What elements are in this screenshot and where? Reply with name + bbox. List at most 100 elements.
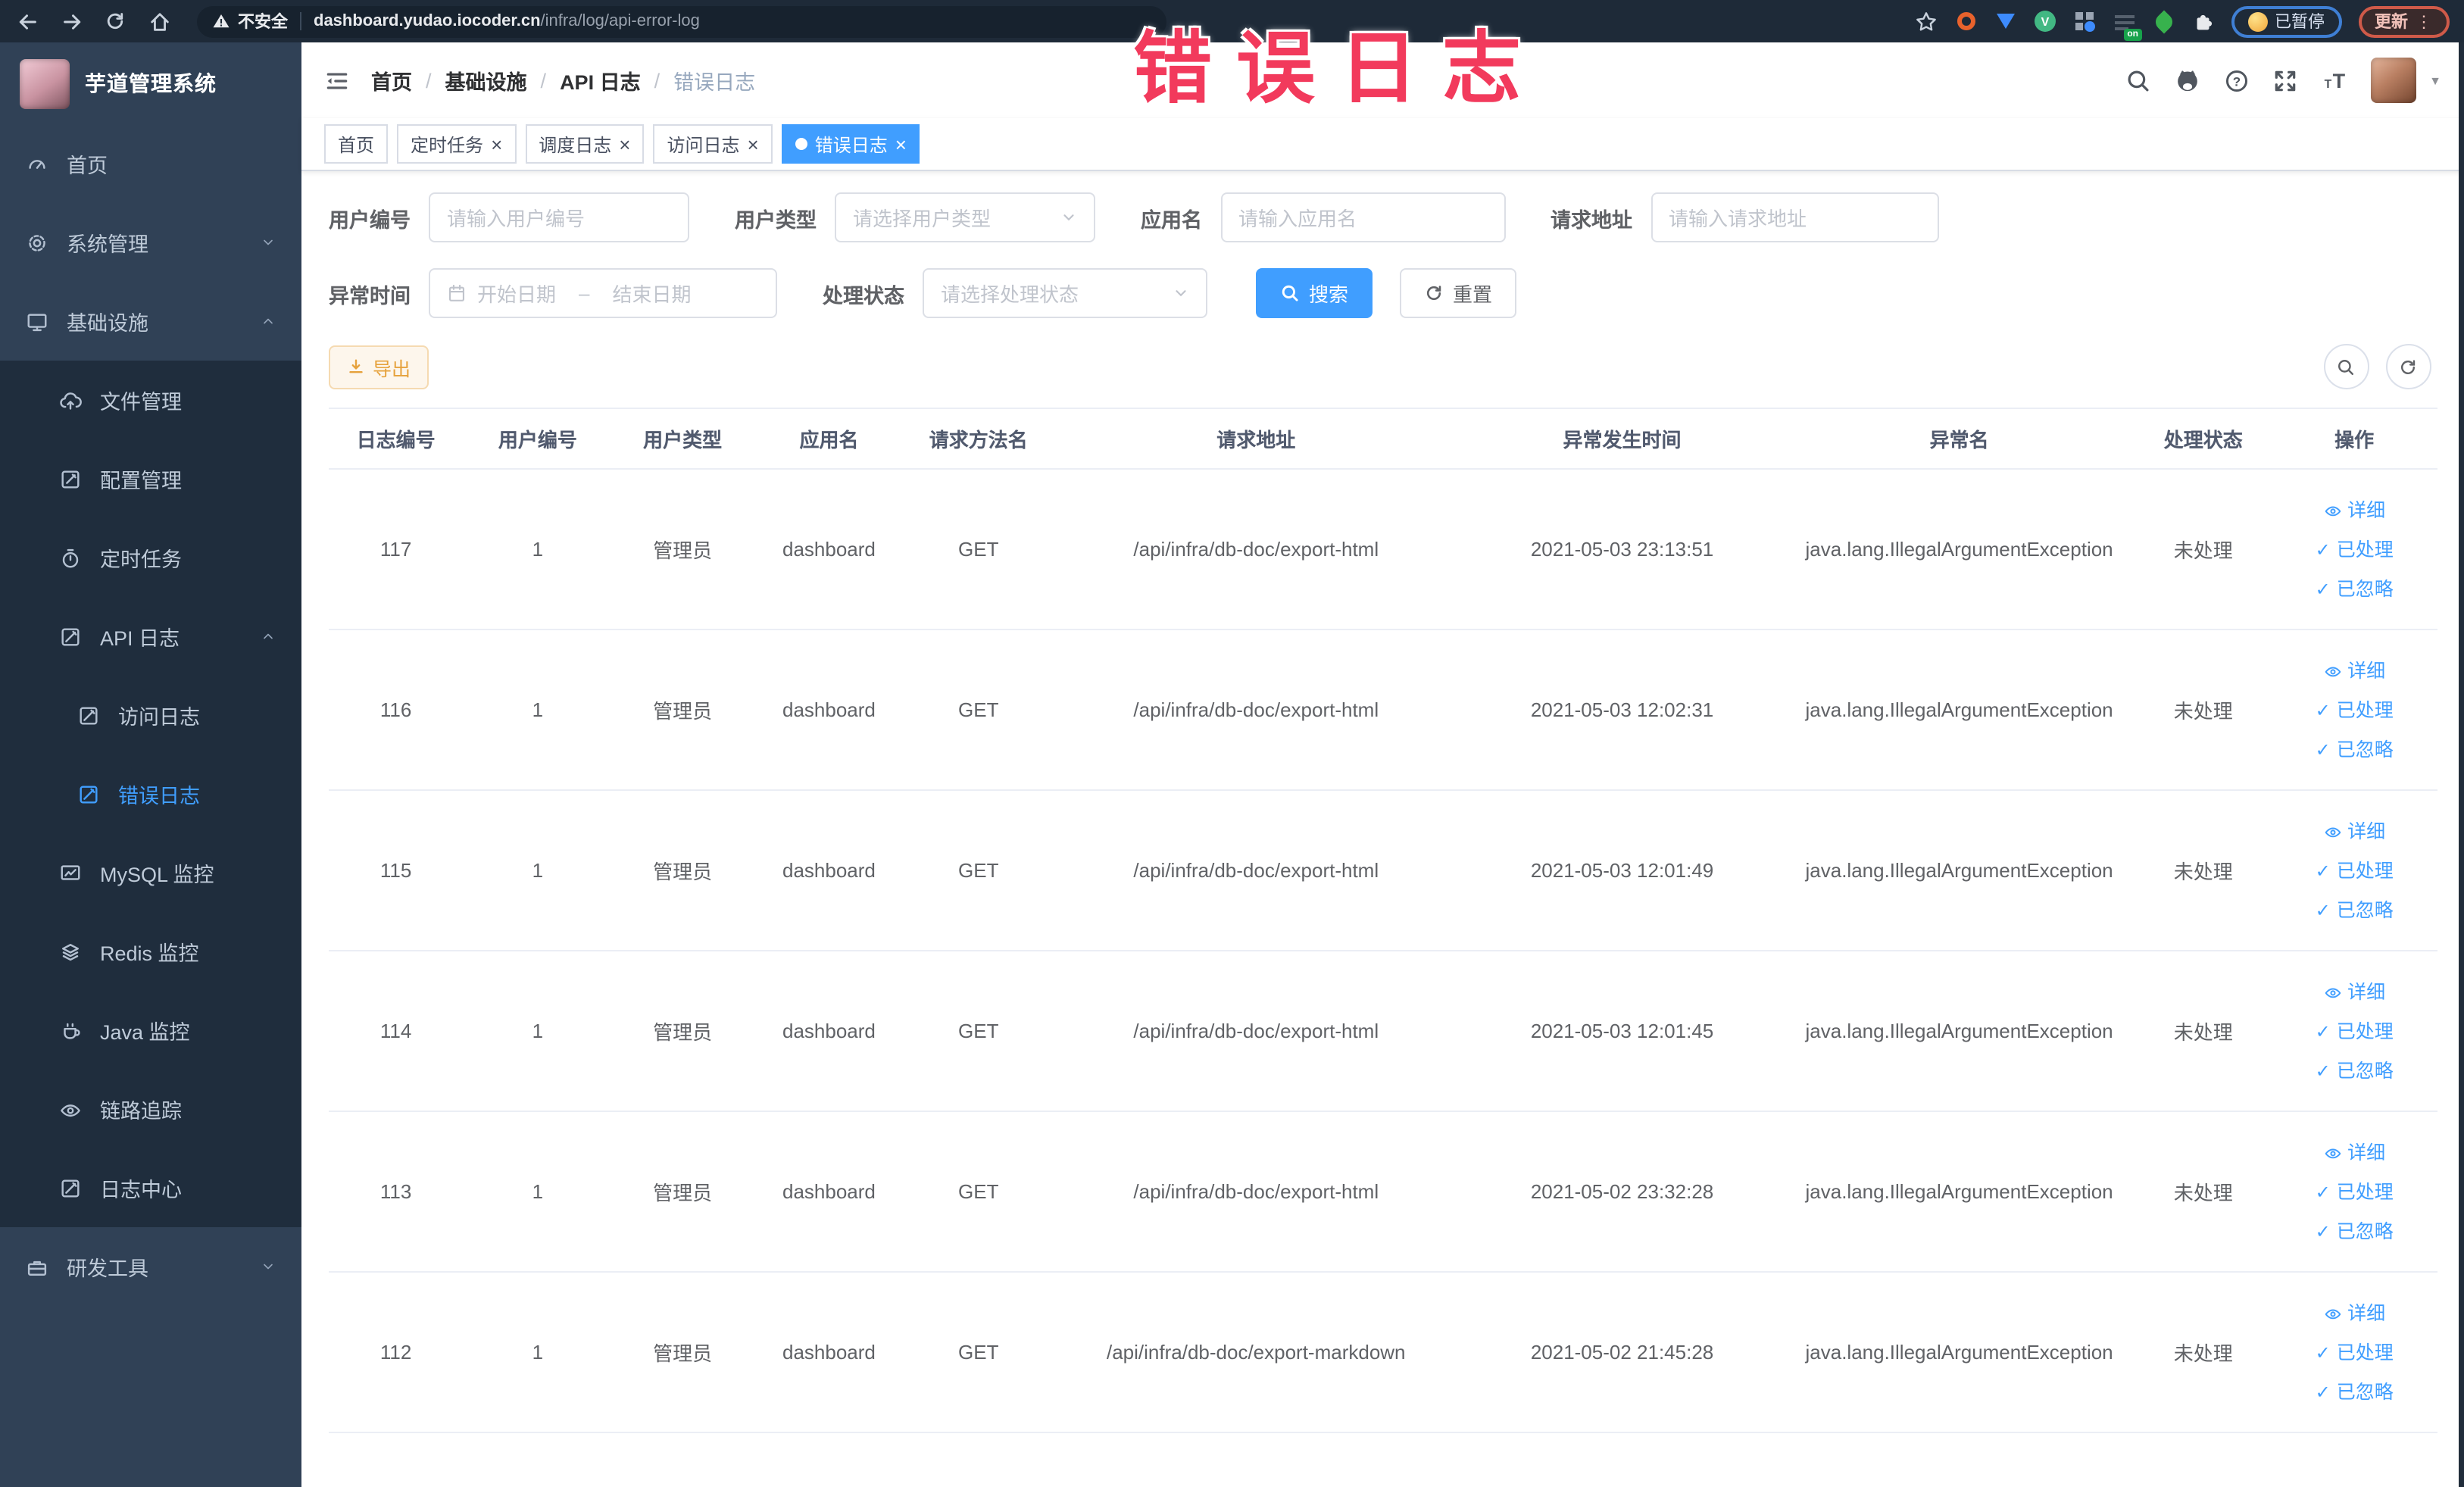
check-icon: ✓ <box>2315 1020 2331 1042</box>
security-chip[interactable]: 不安全 <box>212 9 288 33</box>
user-type-select[interactable]: 请选择用户类型 <box>835 192 1095 242</box>
check-icon: ✓ <box>2315 1060 2331 1081</box>
extension-grid-icon[interactable] <box>2073 10 2096 33</box>
logdoc-icon <box>59 1176 82 1199</box>
sidebar-item-0[interactable]: 首页 <box>0 124 301 203</box>
fullscreen-icon[interactable] <box>2272 67 2297 93</box>
refresh-table-button[interactable] <box>2385 344 2431 389</box>
extension-switch-icon[interactable]: on <box>2113 10 2141 40</box>
check-icon: ✓ <box>2315 578 2331 599</box>
search-button[interactable]: 搜索 <box>1256 268 1373 318</box>
extension-vue-icon[interactable]: V <box>2034 10 2056 33</box>
op-link-2[interactable]: ✓ 已忽略 <box>2272 729 2437 769</box>
tags-view-bar: 首页 定时任务 × 调度日志 × 访问日志 × 错误日志 × <box>301 118 2464 171</box>
process-status-select[interactable]: 请选择处理状态 <box>923 268 1207 318</box>
reload-icon[interactable] <box>103 9 127 33</box>
extensions-puzzle-icon[interactable] <box>2191 10 2214 33</box>
breadcrumb-home[interactable]: 首页 <box>371 65 412 95</box>
op-link-0[interactable]: 详细 <box>2272 1132 2437 1172</box>
sidebar-item-8[interactable]: 错误日志 <box>0 754 301 833</box>
op-link-2[interactable]: ✓ 已忽略 <box>2272 890 2437 929</box>
check-icon: ✓ <box>2315 699 2331 720</box>
cell-status: 未处理 <box>2135 469 2272 630</box>
back-icon[interactable] <box>15 9 39 33</box>
sidebar-item-2[interactable]: 基础设施 <box>0 282 301 361</box>
cell-exception: java.lang.IllegalArgumentException <box>1784 469 2135 630</box>
breadcrumb-api-log[interactable]: API 日志 <box>560 65 641 95</box>
user-avatar[interactable] <box>2370 58 2416 103</box>
op-link-1[interactable]: ✓ 已处理 <box>2272 1172 2437 1211</box>
toggle-search-button[interactable] <box>2323 344 2369 389</box>
sidebar-item-7[interactable]: 访问日志 <box>0 676 301 754</box>
update-button[interactable]: 更新 ⋮ <box>2358 5 2449 37</box>
extension-shield-icon[interactable] <box>1994 10 2017 33</box>
svg-text:?: ? <box>2232 73 2240 88</box>
close-icon[interactable]: × <box>748 134 759 154</box>
tab-0[interactable]: 首页 <box>324 124 389 164</box>
tab-1[interactable]: 定时任务 × <box>397 124 517 164</box>
cell-time: 2021-05-02 21:45:28 <box>1460 1272 1784 1433</box>
op-link-0[interactable]: 详细 <box>2272 972 2437 1011</box>
op-link-0[interactable]: 详细 <box>2272 811 2437 851</box>
address-bar[interactable]: 不安全 dashboard.yudao.iocoder.cn/infra/log… <box>197 5 1166 37</box>
tab-label: 调度日志 <box>539 134 612 155</box>
op-link-0[interactable]: 详细 <box>2272 1293 2437 1332</box>
export-button[interactable]: 导出 <box>329 345 429 389</box>
op-link-2[interactable]: ✓ 已忽略 <box>2272 1211 2437 1251</box>
font-size-icon[interactable]: TT <box>2320 67 2347 94</box>
tab-4[interactable]: 错误日志 × <box>781 124 920 164</box>
github-icon[interactable] <box>2173 67 2200 94</box>
toolbox-icon <box>26 1255 48 1278</box>
editsq-icon <box>59 467 82 490</box>
close-icon[interactable]: × <box>491 134 502 154</box>
close-icon[interactable]: × <box>619 134 630 154</box>
bookmark-star-icon[interactable] <box>1914 9 1938 33</box>
reset-button[interactable]: 重置 <box>1400 268 1517 318</box>
tab-2[interactable]: 调度日志 × <box>525 124 645 164</box>
avatar-caret-icon[interactable]: ▼ <box>2429 73 2441 87</box>
home-icon[interactable] <box>147 9 171 33</box>
sidebar-item-4[interactable]: 配置管理 <box>0 439 301 518</box>
eye-icon <box>59 1098 82 1120</box>
op-link-2[interactable]: ✓ 已忽略 <box>2272 1372 2437 1411</box>
op-label: 已忽略 <box>2336 1060 2394 1081</box>
sidebar-item-6[interactable]: API 日志 <box>0 597 301 676</box>
sidebar-item-12[interactable]: 链路追踪 <box>0 1070 301 1148</box>
tab-3[interactable]: 访问日志 × <box>653 124 773 164</box>
table-settings <box>2323 344 2437 389</box>
op-link-1[interactable]: ✓ 已处理 <box>2272 530 2437 569</box>
op-link-2[interactable]: ✓ 已忽略 <box>2272 1051 2437 1090</box>
profile-paused-pill[interactable]: 已暂停 <box>2231 5 2341 37</box>
profile-emoji-icon <box>2247 11 2267 31</box>
op-link-1[interactable]: ✓ 已处理 <box>2272 851 2437 890</box>
breadcrumb-infra[interactable]: 基础设施 <box>445 65 527 95</box>
cell-exception: java.lang.IllegalArgumentException <box>1784 951 2135 1112</box>
sidebar-item-14[interactable]: 研发工具 <box>0 1227 301 1306</box>
sidebar-logo[interactable]: 芋道管理系统 <box>0 42 301 124</box>
request-url-input[interactable]: 请输入请求地址 <box>1650 192 1938 242</box>
sidebar-item-5[interactable]: 定时任务 <box>0 518 301 597</box>
search-icon[interactable] <box>2125 67 2150 93</box>
extension-leaf-icon[interactable] <box>2151 9 2175 33</box>
date-range-input[interactable]: 开始日期 – 结束日期 <box>429 268 777 318</box>
extension-orange-icon[interactable] <box>1955 10 1978 33</box>
hamburger-icon[interactable] <box>324 67 350 93</box>
op-link-0[interactable]: 详细 <box>2272 651 2437 690</box>
sidebar-item-1[interactable]: 系统管理 <box>0 203 301 282</box>
forward-icon[interactable] <box>59 9 83 33</box>
sidebar-item-10[interactable]: Redis 监控 <box>0 912 301 991</box>
app-name-input[interactable]: 请输入应用名 <box>1220 192 1505 242</box>
sidebar-item-9[interactable]: MySQL 监控 <box>0 833 301 912</box>
user-id-input[interactable]: 请输入用户编号 <box>429 192 689 242</box>
sidebar-item-11[interactable]: Java 监控 <box>0 991 301 1070</box>
op-link-1[interactable]: ✓ 已处理 <box>2272 690 2437 729</box>
op-link-1[interactable]: ✓ 已处理 <box>2272 1332 2437 1372</box>
op-link-0[interactable]: 详细 <box>2272 490 2437 530</box>
sidebar-item-13[interactable]: 日志中心 <box>0 1148 301 1227</box>
op-link-2[interactable]: ✓ 已忽略 <box>2272 569 2437 608</box>
sidebar-item-3[interactable]: 文件管理 <box>0 361 301 439</box>
browser-menu-dots-icon[interactable]: ⋮ <box>2416 11 2432 31</box>
op-link-1[interactable]: ✓ 已处理 <box>2272 1011 2437 1051</box>
close-icon[interactable]: × <box>895 134 907 154</box>
help-icon[interactable]: ? <box>2223 67 2249 93</box>
